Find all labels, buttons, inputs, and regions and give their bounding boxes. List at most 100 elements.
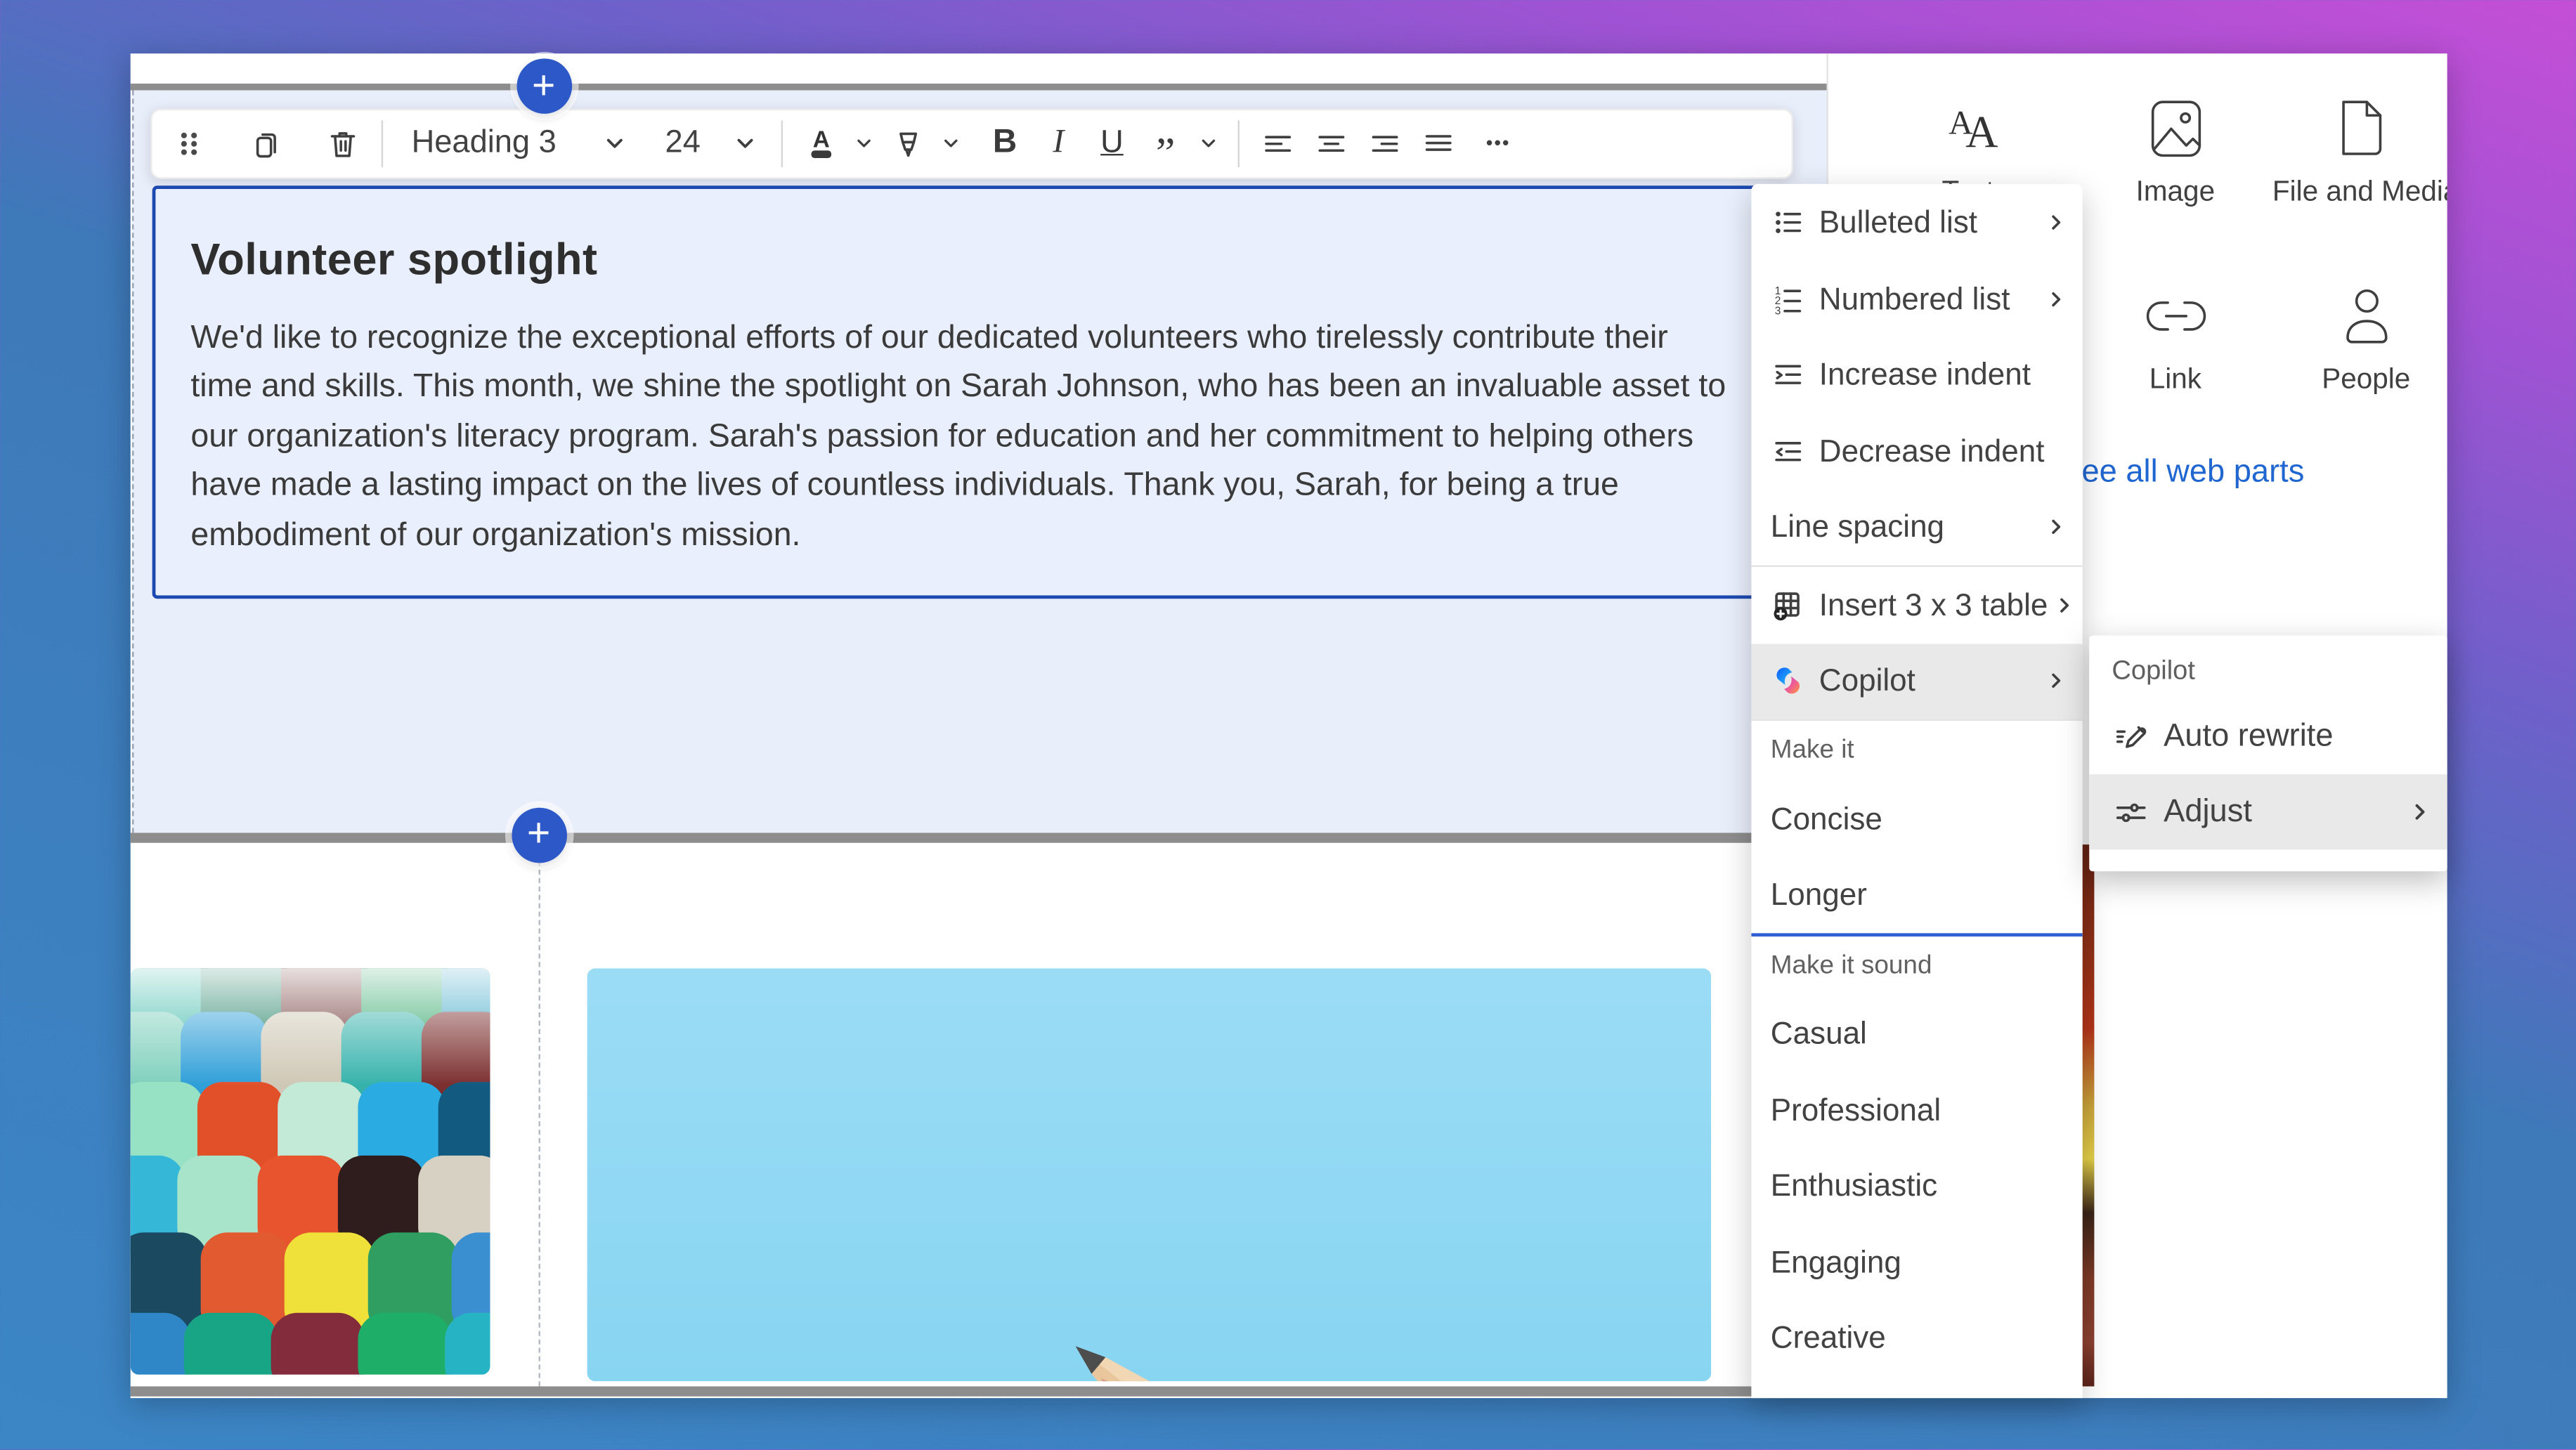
italic-button[interactable]: I [1032, 116, 1085, 169]
menu-item-increase-indent[interactable]: Increase indent [1750, 337, 2081, 413]
submenu-header-copilot: Copilot [2088, 644, 2446, 699]
webpart-tile-link[interactable]: Link [2082, 285, 2270, 396]
svg-text:A: A [1965, 107, 1997, 157]
add-section-button-top[interactable]: + [516, 58, 571, 114]
increase-indent-icon [1769, 358, 1805, 392]
toolbar-divider [1237, 119, 1239, 166]
section-divider-bar-top [129, 84, 1826, 89]
menu-header-make-it: Make it [1750, 721, 2081, 781]
menu-item-copilot[interactable]: Copilot [1750, 643, 2081, 719]
bulleted-list-icon [1769, 206, 1805, 240]
copilot-submenu: Copilot Auto rewrite Adjust [2088, 636, 2446, 872]
quote-button[interactable]: ” [1139, 116, 1192, 169]
toolbar-divider [781, 119, 782, 166]
text-style-dropdown[interactable]: Heading 3 [395, 116, 642, 169]
see-all-web-parts-link[interactable]: ee all web parts [2082, 455, 2305, 491]
webpart-tile-label: Image [2082, 176, 2270, 209]
menu-item-professional[interactable]: Professional [1750, 1072, 2081, 1148]
menu-item-line-spacing[interactable]: Line spacing [1750, 489, 2081, 565]
ellipsis-icon: ••• [1486, 133, 1511, 153]
more-text-styles-chevron[interactable] [1192, 116, 1226, 169]
text-webpart-selected[interactable]: Volunteer spotlight We'd like to recogni… [152, 185, 1798, 598]
duplicate-icon[interactable] [239, 116, 292, 169]
chevron-down-icon [855, 133, 873, 152]
font-color-chevron[interactable] [847, 116, 881, 169]
chevron-right-icon [2055, 595, 2075, 615]
align-left-button[interactable] [1251, 116, 1304, 169]
font-color-button[interactable]: A [794, 116, 847, 169]
chevron-down-icon [734, 132, 755, 154]
link-webpart-icon [2140, 285, 2211, 348]
webpart-paragraph[interactable]: We'd like to recognize the exceptional e… [190, 313, 1729, 560]
menu-item-insert-table[interactable]: Insert 3 x 3 table [1750, 567, 2081, 643]
chevron-right-icon [2045, 289, 2065, 309]
highlight-color-button[interactable] [881, 116, 935, 169]
section-divider-bar-middle [129, 832, 1826, 842]
menu-item-concise[interactable]: Concise [1750, 781, 2081, 857]
menu-item-engaging[interactable]: Engaging [1750, 1224, 2081, 1300]
auto-rewrite-icon [2110, 718, 2150, 755]
submenu-item-auto-rewrite[interactable]: Auto rewrite [2088, 699, 2446, 774]
text-context-menu: Bulleted list 123 Numbered list Increase… [1750, 183, 2081, 1397]
menu-item-decrease-indent[interactable]: Decrease indent [1750, 413, 2081, 489]
pencil-image-webpart[interactable] [587, 968, 1712, 1381]
highlight-color-chevron[interactable] [935, 116, 968, 169]
webpart-tile-label: People [2272, 363, 2460, 397]
svg-text:A: A [812, 126, 829, 152]
numbered-list-icon: 123 [1769, 282, 1805, 316]
quote-icon: ” [1156, 124, 1175, 161]
align-center-button[interactable] [1304, 116, 1358, 169]
text-webpart-icon: A A [1934, 97, 2001, 160]
justify-button[interactable] [1412, 116, 1465, 169]
underline-button[interactable]: U [1085, 116, 1138, 169]
chevron-right-icon [2045, 517, 2065, 537]
bold-button[interactable]: B [978, 116, 1032, 169]
menu-item-numbered-list[interactable]: 123 Numbered list [1750, 261, 2081, 337]
menu-item-creative[interactable]: Creative [1750, 1300, 2081, 1376]
file-media-webpart-icon [2326, 97, 2393, 160]
submenu-item-adjust[interactable]: Adjust [2088, 774, 2446, 849]
webpart-tile-label: Link [2082, 363, 2270, 397]
add-section-button-middle[interactable]: + [511, 807, 566, 863]
chevron-right-icon [2045, 213, 2065, 233]
font-size-value: 24 [665, 124, 701, 161]
menu-header-make-it-sound: Make it sound [1750, 936, 2081, 996]
adjust-sliders-icon [2110, 794, 2150, 830]
font-size-dropdown[interactable]: 24 [652, 116, 769, 169]
section-divider-bar-bottom [129, 1386, 1826, 1395]
chairs-image-webpart[interactable] [131, 968, 490, 1374]
pencil-sky-image [587, 968, 1712, 1381]
text-style-value: Heading 3 [412, 124, 557, 161]
menu-item-casual[interactable]: Casual [1750, 996, 2081, 1072]
chevron-right-icon [2408, 801, 2430, 823]
menu-item-longer[interactable]: Longer [1750, 857, 2081, 933]
insert-table-icon [1769, 588, 1805, 622]
webpart-tile-people[interactable]: People [2272, 285, 2460, 396]
svg-text:3: 3 [1774, 305, 1781, 315]
people-webpart-icon [2333, 285, 2400, 348]
menu-item-bulleted-list[interactable]: Bulleted list [1750, 185, 2081, 261]
more-options-button[interactable]: ••• [1471, 116, 1525, 169]
webpart-tile-image[interactable]: Image [2082, 97, 2270, 209]
webpart-tile-file-media[interactable]: File and Media [2272, 97, 2447, 209]
chevron-down-icon [1199, 133, 1218, 152]
column-divider-dashed [539, 844, 540, 1385]
chevron-down-icon [603, 132, 625, 154]
copilot-logo-icon [1769, 665, 1805, 698]
chevron-down-icon [942, 133, 961, 152]
text-format-toolbar: Heading 3 24 A B I U ” [150, 108, 1793, 178]
chevron-right-icon [2045, 671, 2065, 691]
toolbar-divider [382, 119, 383, 166]
drag-handle-icon[interactable] [162, 116, 216, 169]
plus-icon: + [532, 63, 555, 110]
delete-icon[interactable] [316, 116, 370, 169]
menu-item-enthusiastic[interactable]: Enthusiastic [1750, 1148, 2081, 1224]
underline-icon: U [1100, 124, 1124, 161]
webpart-heading[interactable]: Volunteer spotlight [190, 233, 1795, 285]
plus-icon: + [527, 811, 550, 858]
align-right-button[interactable] [1358, 116, 1411, 169]
chairs-image [131, 968, 490, 1374]
webpart-tile-label: File and Media [2272, 176, 2447, 209]
italic-icon: I [1053, 124, 1064, 162]
image-webpart-icon [2142, 97, 2209, 160]
